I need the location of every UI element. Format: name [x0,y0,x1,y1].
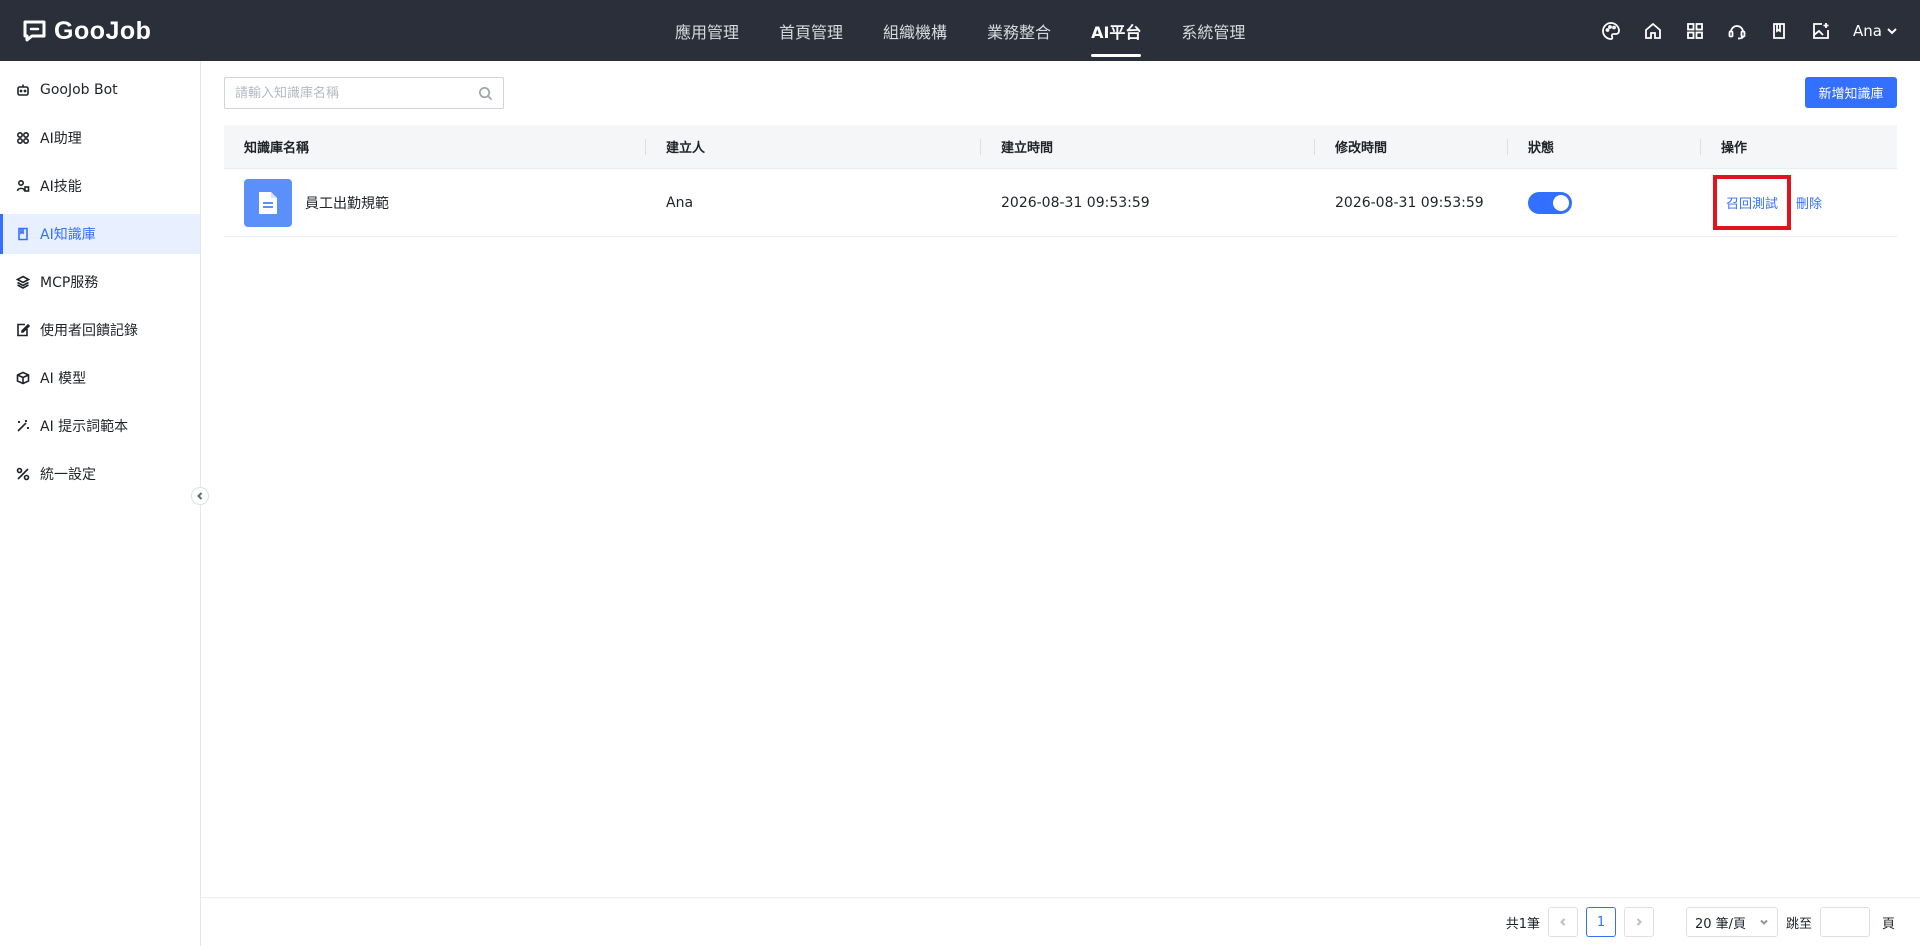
grid-icon [16,131,30,145]
sidebar-item-label: AI 模型 [40,371,87,387]
nav-label: 系統管理 [1181,22,1246,42]
cell-modified-at: 2026-08-31 09:53:59 [1335,194,1484,211]
chevron-down-icon [1760,919,1768,925]
jump-to-page-input[interactable] [1819,907,1870,937]
nav-item-system-management[interactable]: 系統管理 [1161,0,1265,61]
nav-item-homepage-management[interactable]: 首頁管理 [759,0,863,61]
toggle-knob [1553,194,1569,211]
feedback-icon [16,323,30,337]
cell-created-at: 2026-08-31 09:53:59 [1001,194,1150,211]
logo[interactable]: GooJob [22,14,151,48]
user-name: Ana [1853,21,1882,40]
column-header-status: 狀態 [1508,125,1701,169]
logo-text: GooJob [54,16,152,45]
headset-icon[interactable] [1727,21,1747,41]
magic-wand-icon [16,419,30,433]
cell-name: 員工出勤規範 [224,169,646,237]
knowledge-base-table: 知識庫名稱 建立人 建立時間 修改時間 狀態 操作 員工出勤規範 Ana 202… [224,125,1897,237]
sidebar-item-ai-model[interactable]: AI 模型 [0,358,200,398]
nav-label: 首頁管理 [779,22,844,42]
column-header-name: 知識庫名稱 [224,125,646,169]
top-icons: Ana [1601,0,1898,61]
page-size-value: 20 筆/頁 [1694,916,1747,932]
delete-link[interactable]: 刪除 [1796,193,1822,212]
sidebar-item-ai-prompt-templates[interactable]: AI 提示詞範本 [0,406,200,446]
sidebar-item-ai-assistant[interactable]: AI助理 [0,118,200,158]
nav-item-app-management[interactable]: 應用管理 [655,0,759,61]
logo-chat-icon [22,18,48,44]
prev-page-button[interactable] [1547,907,1578,937]
search-input[interactable] [235,85,478,101]
sidebar-item-label: MCP服務 [40,275,99,291]
sidebar-collapse-button[interactable] [191,487,209,505]
chevron-down-icon [1887,27,1897,34]
recall-test-link[interactable]: 召回測試 [1726,193,1778,212]
jump-to-label: 跳至 [1785,916,1812,932]
home-icon[interactable] [1643,21,1663,41]
sidebar-item-label: 統一設定 [40,467,96,483]
status-toggle[interactable] [1528,191,1572,214]
nav-label: 應用管理 [675,22,740,42]
page-size-select[interactable]: 20 筆/頁 [1685,907,1778,937]
nav-label: 業務整合 [987,22,1052,42]
user-menu[interactable]: Ana [1853,22,1898,40]
highlight-box: 召回測試 [1713,175,1792,230]
sidebar-item-mcp-service[interactable]: MCP服務 [0,262,200,302]
search-box[interactable] [224,77,504,109]
nav-label: AI平台 [1091,22,1142,42]
tools-icon [16,467,30,481]
sidebar-item-label: AI知識庫 [40,227,96,243]
total-count: 共1筆 [1505,916,1540,932]
table-header: 知識庫名稱 建立人 建立時間 修改時間 狀態 操作 [224,125,1897,169]
table-row: 員工出勤規範 Ana 2026-08-31 09:53:59 2026-08-3… [224,169,1897,237]
chevron-right-icon [1636,918,1642,926]
sidebar-item-label: GooJob Bot [40,82,118,98]
nav-label: 組織機構 [883,22,948,42]
sidebar-item-label: AI助理 [40,131,82,147]
cell-status [1508,169,1701,237]
book-icon [16,227,30,241]
sidebar-item-label: AI 提示詞範本 [40,419,129,435]
cell-actions: 召回測試 刪除 [1701,169,1897,237]
nav-item-business-integration[interactable]: 業務整合 [967,0,1071,61]
column-header-creator: 建立人 [646,125,981,169]
layers-icon [16,275,30,289]
column-header-created-at: 建立時間 [981,125,1315,169]
column-header-modified-at: 修改時間 [1315,125,1508,169]
main-content: 新增知識庫 知識庫名稱 建立人 建立時間 修改時間 狀態 操作 員工出勤規範 A… [201,61,1920,946]
chevron-left-icon [1560,918,1566,926]
skill-icon [16,179,30,193]
sidebar-item-ai-skills[interactable]: AI技能 [0,166,200,206]
nav-item-organization[interactable]: 組織機構 [863,0,967,61]
column-header-actions: 操作 [1721,141,1748,156]
search-icon[interactable] [478,86,493,101]
page-number-button[interactable]: 1 [1585,907,1616,937]
sidebar-item-user-feedback[interactable]: 使用者回饋記錄 [0,310,200,350]
sidebar: GooJob Bot AI助理 AI技能 AI知識庫 MCP服務 使用者回饋記錄… [0,61,201,946]
book-icon[interactable] [1769,21,1789,41]
cube-icon [16,371,30,385]
next-page-button[interactable] [1623,907,1654,937]
sidebar-item-unified-settings[interactable]: 統一設定 [0,454,200,494]
top-bar: GooJob 應用管理 首頁管理 組織機構 業務整合 AI平台 系統管理 Ana [0,0,1920,61]
sidebar-item-ai-knowledge-base[interactable]: AI知識庫 [0,214,200,254]
top-nav: 應用管理 首頁管理 組織機構 業務整合 AI平台 系統管理 [655,0,1265,61]
sidebar-item-label: AI技能 [40,179,82,195]
nav-item-ai-platform[interactable]: AI平台 [1071,0,1161,61]
sidebar-item-label: 使用者回饋記錄 [40,323,138,339]
apps-grid-icon[interactable] [1685,21,1705,41]
pagination: 共1筆 1 20 筆/頁 跳至 頁 [201,897,1920,946]
cell-creator: Ana [666,194,694,211]
knowledge-base-name[interactable]: 員工出勤規範 [305,193,389,213]
robot-icon [16,83,30,97]
chevron-left-icon [197,492,203,500]
palette-icon[interactable] [1601,21,1621,41]
add-knowledge-base-button[interactable]: 新增知識庫 [1805,77,1897,108]
document-icon [244,178,292,227]
image-add-icon[interactable] [1811,21,1831,41]
page-unit-label: 頁 [1881,916,1895,932]
sidebar-item-goojob-bot[interactable]: GooJob Bot [0,70,200,110]
